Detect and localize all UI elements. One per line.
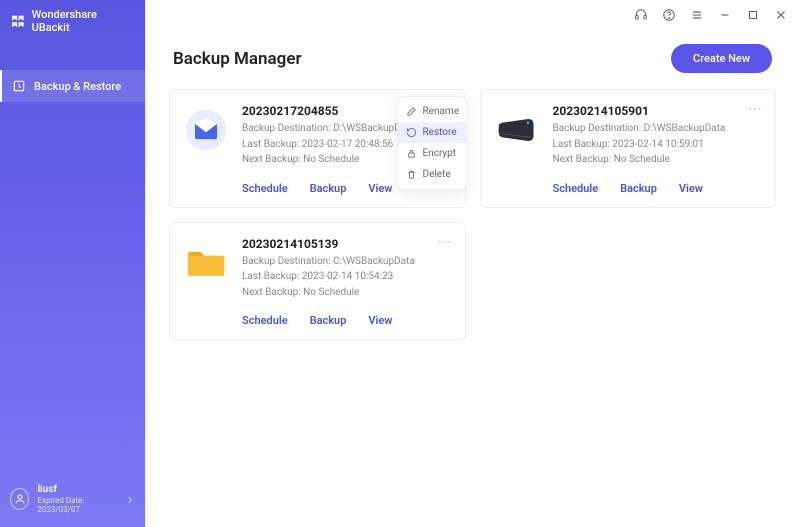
headset-icon[interactable] xyxy=(634,8,648,22)
view-link[interactable]: View xyxy=(368,314,392,327)
ctx-encrypt[interactable]: Encrypt xyxy=(398,143,466,164)
help-icon[interactable] xyxy=(662,8,676,22)
user-block[interactable]: liusf Expired Date: 2023/03/07 xyxy=(0,474,145,527)
close-icon[interactable] xyxy=(774,8,788,22)
backup-link[interactable]: Backup xyxy=(620,182,657,195)
schedule-link[interactable]: Schedule xyxy=(553,182,599,195)
backup-card: ⋯ 20230217204855 Backup Destination: D:\… xyxy=(169,89,466,208)
card-next: Next Backup: No Schedule xyxy=(242,285,449,301)
sidebar-item-backup-restore[interactable]: Backup & Restore xyxy=(0,70,145,102)
card-title: 20230214105139 xyxy=(242,237,449,251)
more-icon[interactable]: ⋯ xyxy=(438,235,453,249)
page-title: Backup Manager xyxy=(173,49,302,69)
card-next: Next Backup: No Schedule xyxy=(553,152,760,168)
main: Backup Manager Create New ⋯ 202302172048… xyxy=(145,0,800,527)
menu-icon[interactable] xyxy=(690,8,704,22)
minimize-icon[interactable] xyxy=(718,8,732,22)
user-text: liusf Expired Date: 2023/03/07 xyxy=(37,484,117,515)
brand-text: Wondershare UBackit xyxy=(32,8,135,34)
sidebar-item-label: Backup & Restore xyxy=(34,80,121,93)
backup-link[interactable]: Backup xyxy=(310,314,347,327)
view-link[interactable]: View xyxy=(679,182,703,195)
avatar xyxy=(10,488,29,510)
ctx-delete[interactable]: Delete xyxy=(398,164,466,185)
create-new-button[interactable]: Create New xyxy=(671,44,772,73)
card-last: Last Backup: 2023-02-14 10:59:01 xyxy=(553,137,760,153)
backup-restore-icon xyxy=(12,79,26,93)
schedule-link[interactable]: Schedule xyxy=(242,314,288,327)
context-menu: Rename Restore Encrypt Delete xyxy=(397,96,467,190)
backup-link[interactable]: Backup xyxy=(310,182,347,195)
header-row: Backup Manager Create New xyxy=(145,30,800,89)
ctx-rename[interactable]: Rename xyxy=(398,101,466,122)
user-name: liusf xyxy=(37,484,117,496)
more-icon[interactable]: ⋯ xyxy=(748,102,763,116)
schedule-link[interactable]: Schedule xyxy=(242,182,288,195)
view-link[interactable]: View xyxy=(368,182,392,195)
titlebar xyxy=(145,0,800,30)
mail-icon xyxy=(184,108,228,152)
brand: Wondershare UBackit xyxy=(0,0,145,40)
user-expired: Expired Date: 2023/03/07 xyxy=(37,496,117,515)
brand-icon xyxy=(10,13,26,29)
cards-grid: ⋯ 20230217204855 Backup Destination: D:\… xyxy=(145,89,800,340)
chevron-right-icon xyxy=(125,490,135,509)
card-last: Last Backup: 2023-02-14 10:54:23 xyxy=(242,269,449,285)
sidebar: Wondershare UBackit Backup & Restore liu… xyxy=(0,0,145,527)
card-title: 20230214105901 xyxy=(553,104,760,118)
folder-icon xyxy=(184,241,228,285)
backup-card: ⋯ 20230214105901 Backup Destination: D:\… xyxy=(480,89,777,208)
ctx-restore[interactable]: Restore xyxy=(398,122,466,143)
disk-icon xyxy=(495,108,539,152)
card-dest: Backup Destination: D:\WSBackupData xyxy=(553,121,760,137)
maximize-icon[interactable] xyxy=(746,8,760,22)
card-dest: Backup Destination: C:\WSBackupData xyxy=(242,254,449,270)
backup-card: ⋯ 20230214105139 Backup Destination: C:\… xyxy=(169,222,466,341)
